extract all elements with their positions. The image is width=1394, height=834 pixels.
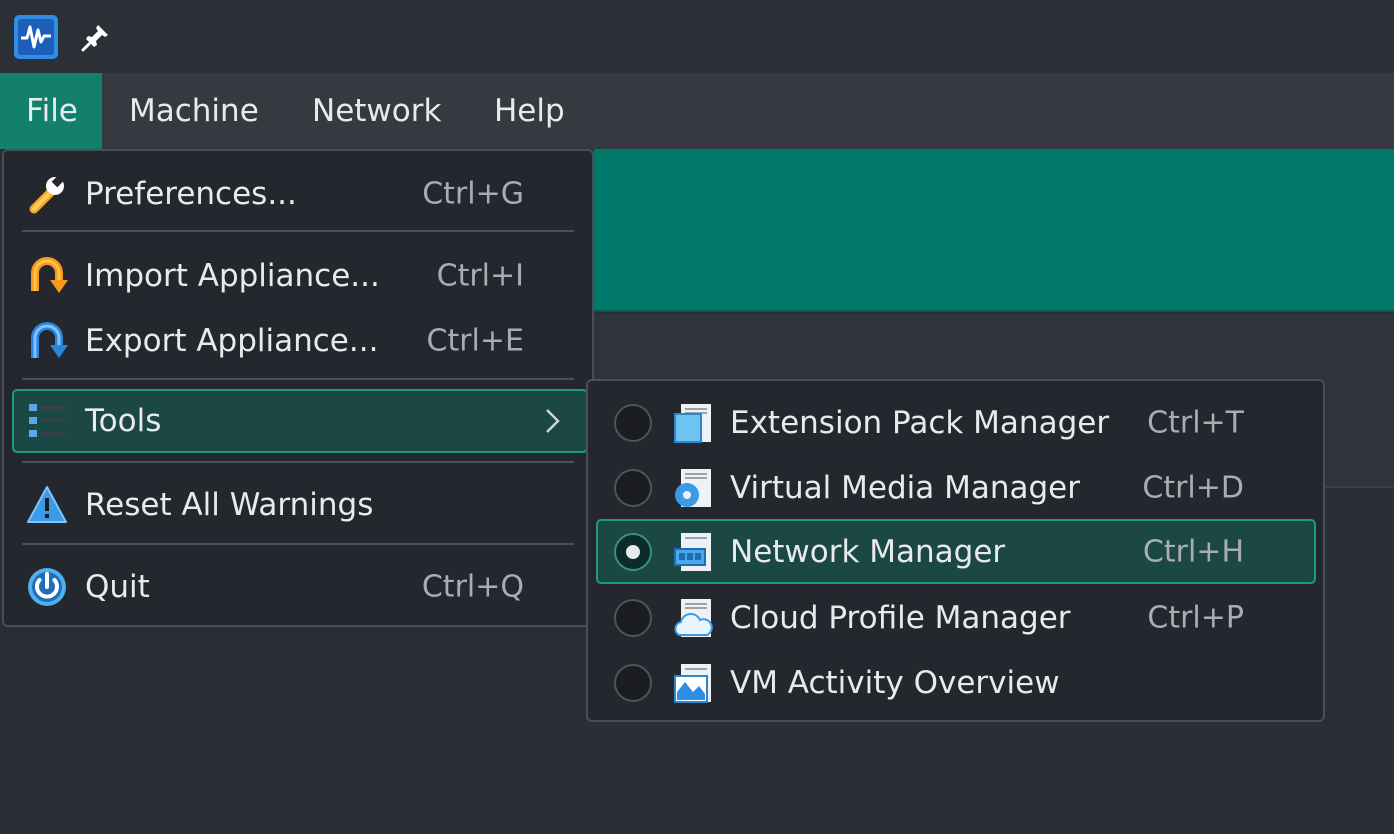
file-menu: Preferences... Ctrl+G Import Appliance..… [2, 149, 594, 627]
menu-item-export-appliance[interactable]: Export Appliance... Ctrl+E [12, 310, 584, 372]
menu-item-quit[interactable]: Quit Ctrl+Q [12, 556, 584, 618]
menu-item-cloud-profile-manager[interactable]: Cloud Profile Manager Ctrl+P [596, 586, 1316, 650]
export-appliance-label: Export Appliance... [85, 323, 379, 359]
cloud-profile-icon [674, 599, 713, 637]
extension-pack-shortcut: Ctrl+T [1147, 405, 1244, 441]
virtual-media-shortcut: Ctrl+D [1142, 470, 1244, 506]
menu-item-preferences[interactable]: Preferences... Ctrl+G [12, 163, 584, 225]
radio-virtual-media[interactable] [614, 469, 652, 507]
network-manager-shortcut: Ctrl+H [1142, 534, 1244, 569]
wrench-icon [29, 175, 64, 214]
menu-separator [22, 230, 574, 232]
chevron-right-icon [546, 409, 560, 433]
menu-item-extension-pack-manager[interactable]: Extension Pack Manager Ctrl+T [596, 391, 1316, 455]
tools-label: Tools [85, 403, 162, 439]
tools-list-icon [29, 404, 66, 437]
radio-vm-activity[interactable] [614, 664, 652, 702]
menu-file[interactable]: File [0, 73, 102, 149]
activity-overview-icon [674, 664, 711, 703]
menu-separator [22, 461, 574, 463]
menu-help[interactable]: Help [468, 73, 591, 149]
menu-separator [22, 543, 574, 545]
extension-pack-icon [674, 404, 711, 443]
power-icon [28, 568, 66, 606]
menu-item-virtual-media-manager[interactable]: Virtual Media Manager Ctrl+D [596, 456, 1316, 520]
menu-network[interactable]: Network [286, 73, 467, 149]
cloud-profile-shortcut: Ctrl+P [1147, 600, 1244, 636]
quit-label: Quit [85, 569, 150, 605]
menu-item-network-manager[interactable]: Network Manager Ctrl+H [596, 519, 1316, 584]
menu-item-vm-activity-overview[interactable]: VM Activity Overview [596, 651, 1316, 715]
import-appliance-icon [31, 257, 68, 293]
export-appliance-icon [31, 322, 68, 358]
network-manager-label: Network Manager [730, 533, 1006, 570]
export-appliance-shortcut: Ctrl+E [426, 323, 524, 359]
menu-bar: File Machine Network Help [0, 73, 1394, 149]
menu-separator [22, 378, 574, 380]
welcome-banner [594, 149, 1394, 312]
virtual-media-icon [675, 469, 711, 507]
menu-item-import-appliance[interactable]: Import Appliance... Ctrl+I [12, 245, 584, 307]
virtual-media-label: Virtual Media Manager [730, 470, 1080, 506]
cloud-profile-label: Cloud Profile Manager [730, 600, 1071, 636]
menu-machine[interactable]: Machine [103, 73, 285, 149]
radio-network-manager[interactable] [614, 532, 652, 571]
menu-item-tools[interactable]: Tools [12, 389, 588, 453]
pin-icon[interactable] [80, 21, 112, 53]
vm-activity-label: VM Activity Overview [730, 665, 1060, 701]
tools-submenu: Extension Pack Manager Ctrl+T Virtual Me… [586, 379, 1325, 722]
import-appliance-label: Import Appliance... [85, 258, 380, 294]
radio-extension-pack[interactable] [614, 404, 652, 442]
preferences-shortcut: Ctrl+G [422, 176, 524, 212]
menu-item-reset-warnings[interactable]: Reset All Warnings [12, 474, 584, 536]
radio-checked-dot [626, 544, 640, 559]
network-manager-icon [674, 532, 711, 571]
reset-warnings-label: Reset All Warnings [85, 487, 374, 523]
warning-icon [27, 486, 67, 523]
quit-shortcut: Ctrl+Q [421, 569, 524, 605]
radio-cloud-profile[interactable] [614, 599, 652, 637]
virtualbox-app-icon[interactable] [13, 14, 59, 60]
import-appliance-shortcut: Ctrl+I [436, 258, 524, 294]
preferences-label: Preferences... [85, 176, 297, 212]
extension-pack-label: Extension Pack Manager [730, 405, 1110, 441]
title-bar [0, 0, 1394, 73]
